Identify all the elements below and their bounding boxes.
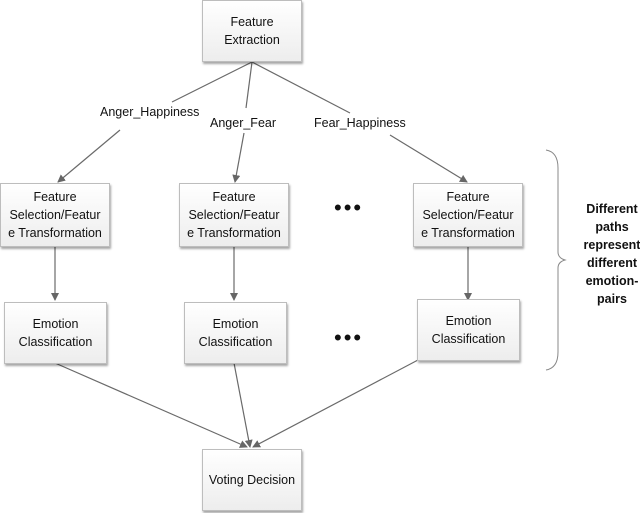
edge-extraction-to-selection-1 — [171, 61, 253, 103]
edge-label-anger-happiness: Anger_Happiness — [100, 105, 200, 119]
edge-extraction-to-selection-3 — [251, 61, 351, 114]
edge-classification-3-to-voting — [252, 359, 419, 448]
feature-selection-line1: Feature — [33, 190, 77, 204]
emotion-classification-node-3: Emotion Classification — [417, 299, 520, 361]
classification-line1: Emotion — [32, 317, 79, 331]
edge-extraction-to-selection-2 — [245, 61, 253, 109]
connector-layer — [51, 61, 567, 448]
classification-line2: Classification — [198, 335, 273, 349]
classification-line2: Classification — [18, 335, 93, 349]
edge-label-fear-happiness: Fear_Happiness — [314, 116, 406, 130]
classification-line2: Classification — [431, 332, 506, 346]
feature-selection-line2: Selection/Featur — [9, 208, 101, 222]
note-line: Different — [586, 202, 638, 216]
edge-extraction-to-selection-1-b — [57, 129, 121, 183]
ellipsis-classification: ••• — [334, 325, 364, 350]
classification-line1: Emotion — [445, 314, 492, 328]
brace-note: Different paths represent different emot… — [576, 200, 640, 308]
voting-decision-node: Voting Decision — [202, 449, 302, 511]
emotion-classification-node-1: Emotion Classification — [4, 302, 107, 364]
feature-selection-node-2: Feature Selection/Featur e Transformatio… — [179, 183, 289, 247]
brace — [545, 149, 567, 371]
feature-selection-line3: e Transformation — [421, 226, 515, 240]
feature-extraction-line1: Feature — [230, 15, 274, 29]
emotion-classification-node-2: Emotion Classification — [184, 302, 287, 364]
edge-classification-2-to-voting — [233, 362, 253, 448]
edge-extraction-to-selection-3-b — [389, 134, 468, 183]
ellipsis-selection: ••• — [334, 195, 364, 220]
feature-selection-node-3: Feature Selection/Featur e Transformatio… — [413, 183, 523, 247]
edge-classification-1-to-voting — [54, 362, 248, 448]
voting-decision-label: Voting Decision — [208, 473, 296, 487]
edge-extraction-to-selection-2-b — [232, 132, 245, 183]
note-line: paths — [595, 220, 629, 234]
classification-line1: Emotion — [212, 317, 259, 331]
feature-selection-line3: e Transformation — [187, 226, 281, 240]
note-line: pairs — [597, 292, 627, 306]
note-line: represent — [583, 238, 640, 252]
edge-label-anger-fear: Anger_Fear — [210, 116, 277, 130]
feature-selection-line2: Selection/Featur — [188, 208, 280, 222]
note-line: emotion- — [585, 274, 639, 288]
note-line: different — [587, 256, 637, 270]
feature-extraction-node: Feature Extraction — [202, 0, 302, 62]
feature-selection-line2: Selection/Featur — [422, 208, 514, 222]
feature-selection-line3: e Transformation — [8, 226, 102, 240]
feature-selection-line1: Feature — [212, 190, 256, 204]
feature-selection-line1: Feature — [446, 190, 490, 204]
feature-selection-node-1: Feature Selection/Featur e Transformatio… — [0, 183, 110, 247]
feature-extraction-line2: Extraction — [224, 33, 280, 47]
